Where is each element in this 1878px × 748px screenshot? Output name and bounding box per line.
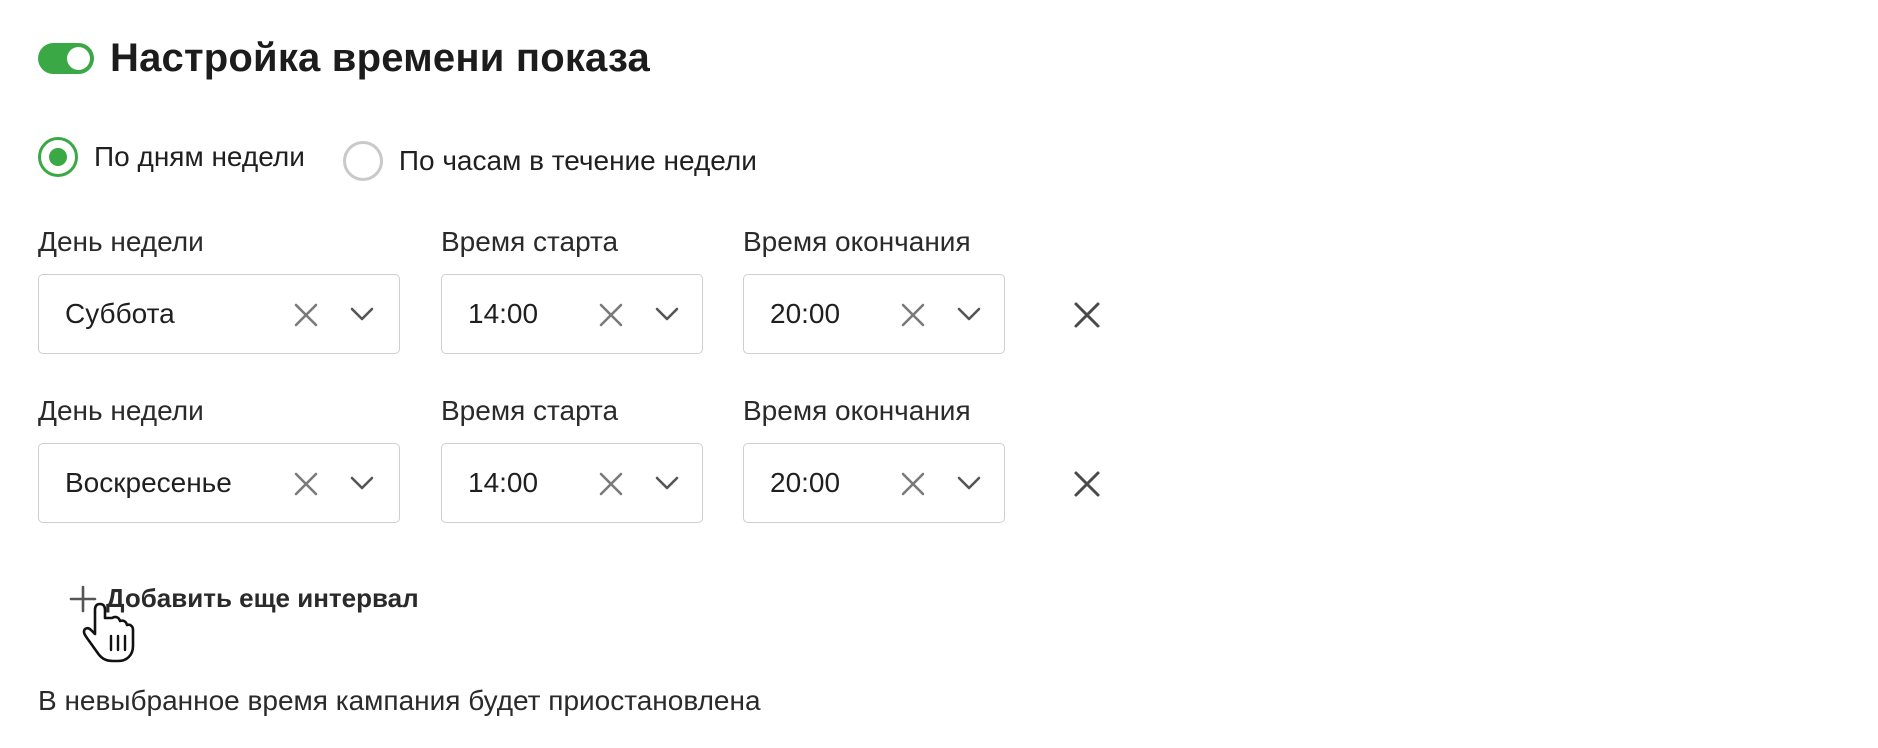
- close-icon[interactable]: [597, 301, 625, 329]
- toggle-knob: [67, 47, 90, 70]
- section-title: Настройка времени показа: [110, 36, 650, 80]
- radio-by-weekdays[interactable]: По дням недели: [38, 137, 305, 177]
- schedule-note: В невыбранное время кампания будет приос…: [38, 685, 761, 716]
- day-label: День недели: [38, 395, 204, 426]
- end-time-select[interactable]: 20:00: [743, 443, 1005, 523]
- start-time-select[interactable]: 14:00: [441, 274, 703, 354]
- end-time-value: 20:00: [770, 298, 841, 329]
- chevron-down-icon[interactable]: [956, 472, 982, 494]
- end-time-label: Время окончания: [743, 395, 971, 426]
- day-value: Воскресенье: [65, 467, 232, 498]
- hand-pointer-icon: [82, 602, 135, 663]
- start-time-label: Время старта: [441, 395, 619, 426]
- schedule-mode-radio-group: По дням недели По часам в течение недели: [38, 133, 757, 181]
- remove-interval-icon[interactable]: [1072, 300, 1102, 330]
- chevron-down-icon[interactable]: [654, 472, 680, 494]
- close-icon[interactable]: [597, 470, 625, 498]
- chevron-down-icon[interactable]: [654, 303, 680, 325]
- day-label: День недели: [38, 226, 204, 257]
- radio-unchecked-icon: [342, 141, 383, 181]
- day-select[interactable]: Воскресенье: [38, 443, 400, 523]
- chevron-down-icon[interactable]: [349, 303, 375, 325]
- close-icon[interactable]: [899, 470, 927, 498]
- start-time-value: 14:00: [468, 467, 539, 498]
- section-header: Настройка времени показа: [38, 36, 650, 81]
- schedule-toggle[interactable]: [38, 43, 94, 74]
- chevron-down-icon[interactable]: [956, 303, 982, 325]
- chevron-down-icon[interactable]: [349, 472, 375, 494]
- start-time-value: 14:00: [468, 298, 539, 329]
- radio-label: По часам в течение недели: [398, 145, 757, 176]
- radio-label: По дням недели: [94, 141, 305, 172]
- close-icon[interactable]: [899, 301, 927, 329]
- start-time-select[interactable]: 14:00: [441, 443, 703, 523]
- day-select[interactable]: Суббота: [38, 274, 400, 354]
- end-time-label: Время окончания: [743, 226, 971, 257]
- end-time-select[interactable]: 20:00: [743, 274, 1005, 354]
- add-interval-label: Добавить еще интервал: [106, 583, 419, 613]
- remove-interval-icon[interactable]: [1072, 469, 1102, 499]
- day-value: Суббота: [65, 298, 175, 329]
- end-time-value: 20:00: [770, 467, 841, 498]
- close-icon[interactable]: [292, 470, 320, 498]
- radio-by-hours[interactable]: По часам в течение недели: [342, 141, 757, 181]
- close-icon[interactable]: [292, 301, 320, 329]
- schedule-settings-panel: Настройка времени показа По дням недели …: [0, 0, 1878, 748]
- radio-checked-icon: [38, 137, 78, 177]
- start-time-label: Время старта: [441, 226, 619, 257]
